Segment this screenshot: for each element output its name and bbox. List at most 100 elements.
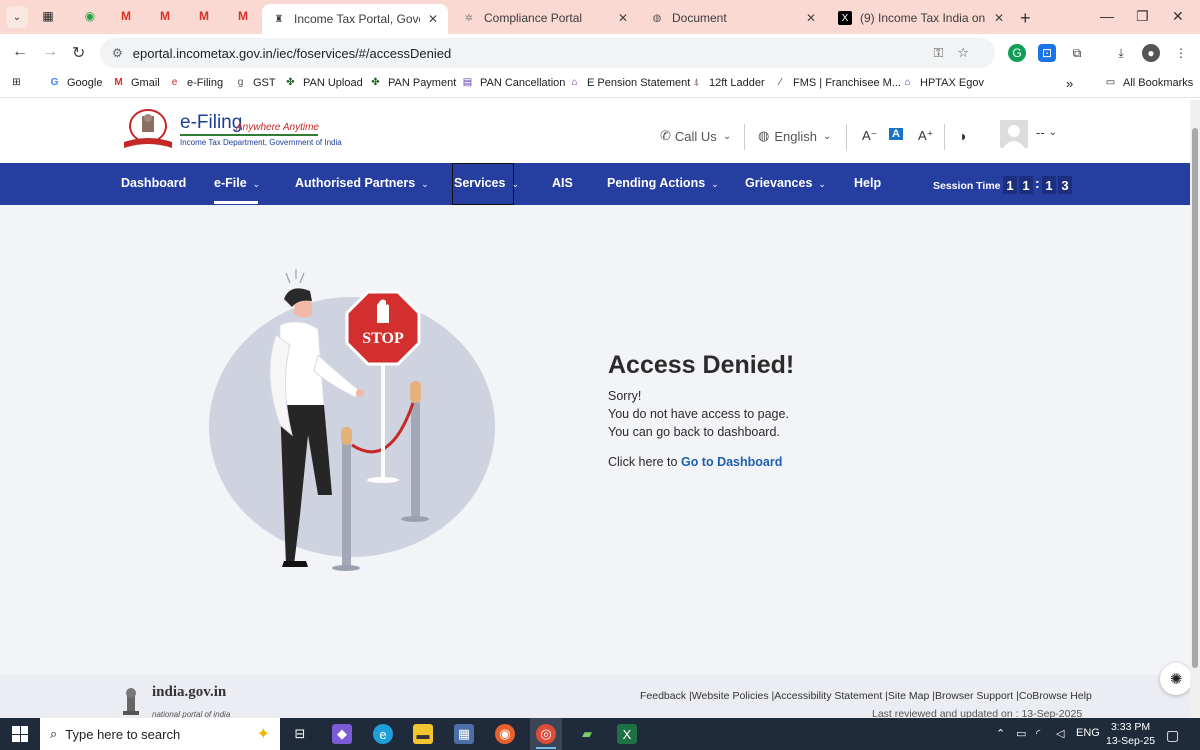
- grammarly-extension-icon[interactable]: G: [1008, 44, 1026, 62]
- footer-link-accessibility[interactable]: Accessibility Statement: [774, 690, 882, 702]
- edge-icon[interactable]: e: [373, 724, 393, 744]
- notification-icon[interactable]: ▢: [1166, 727, 1179, 744]
- file-explorer-icon[interactable]: ▬: [413, 724, 433, 744]
- browser-menu-icon[interactable]: ⋮: [1172, 44, 1190, 62]
- chrome-icon[interactable]: ◎: [536, 724, 556, 744]
- chevron-down-icon: ⌄: [252, 179, 261, 189]
- forward-arrow-icon[interactable]: →: [42, 43, 58, 61]
- bookmark-e-pension-statement[interactable]: ⌂ E Pension Statement: [568, 76, 690, 89]
- nav-pending-actions[interactable]: Pending Actions ⌄: [607, 176, 719, 190]
- back-arrow-icon[interactable]: ←: [12, 43, 28, 61]
- bookmark-hptax-egov[interactable]: ⌂ HPTAX Egov: [901, 76, 984, 89]
- window-close-icon[interactable]: ✕: [1172, 8, 1184, 25]
- pinned-tab-gmail-icon[interactable]: M: [235, 8, 251, 24]
- pinned-tab-gmail-icon[interactable]: M: [118, 8, 134, 24]
- tab-search-chevron-icon[interactable]: ⌄: [6, 6, 28, 28]
- wifi-icon[interactable]: ◜: [1036, 727, 1040, 740]
- tab-income-tax-portal[interactable]: ♜ Income Tax Portal, Government ✕: [262, 4, 448, 34]
- extensions-puzzle-icon[interactable]: ⧉: [1068, 44, 1086, 62]
- session-colon: :: [1035, 175, 1040, 191]
- close-icon[interactable]: ✕: [618, 11, 628, 25]
- windows-start-icon[interactable]: [12, 726, 28, 742]
- close-icon[interactable]: ✕: [994, 11, 1004, 25]
- nav-help[interactable]: Help: [854, 176, 881, 190]
- chatbot-brain-icon[interactable]: ✺: [1160, 663, 1192, 695]
- font-increase-button[interactable]: A⁺: [918, 128, 934, 144]
- apps-grid-icon[interactable]: ⊞: [10, 76, 29, 89]
- nav-services[interactable]: Services ⌄: [454, 176, 519, 190]
- pinned-tab-app-icon[interactable]: ▦: [40, 8, 56, 24]
- tab-x-income-tax-india[interactable]: X (9) Income Tax India on X: "Th ✕: [828, 4, 1014, 32]
- excel-icon[interactable]: X: [617, 724, 637, 744]
- bookmark-pan-payment[interactable]: ✤ PAN Payment: [369, 76, 456, 89]
- pinned-tab-whatsapp-icon[interactable]: ◉: [82, 8, 98, 24]
- clock-date: 13-Sep-25: [1106, 735, 1156, 747]
- bookmark-gst[interactable]: g GST: [234, 76, 276, 89]
- reload-icon[interactable]: ↻: [72, 43, 85, 63]
- footer-link-site-map[interactable]: Site Map: [888, 690, 929, 702]
- font-normal-button[interactable]: A: [889, 128, 903, 140]
- bookmark-pan-upload[interactable]: ✤ PAN Upload: [284, 76, 362, 89]
- money-app-icon[interactable]: ▰: [577, 724, 597, 744]
- scrollbar-thumb[interactable]: [1192, 128, 1198, 668]
- tab-document[interactable]: ◍ Document ✕: [640, 4, 826, 32]
- copilot-icon[interactable]: ◆: [332, 724, 352, 744]
- firefox-icon[interactable]: ◉: [495, 724, 515, 744]
- brand-underline: [180, 134, 318, 136]
- bookmark-12ft-ladder[interactable]: ⍋ 12ft Ladder: [690, 76, 765, 89]
- taskbar-search-box[interactable]: ⌕ Type here to search ✦: [40, 718, 280, 750]
- footer-link-website-policies[interactable]: Website Policies: [692, 690, 769, 702]
- tab-compliance-portal[interactable]: ✲ Compliance Portal ✕: [452, 4, 638, 32]
- footer-link-browser-support[interactable]: Browser Support: [935, 690, 1013, 702]
- extension-icon[interactable]: ⊡: [1038, 44, 1056, 62]
- nav-e-file[interactable]: e-File ⌄: [214, 176, 260, 190]
- site-footer: india.gov.in national portal of india Fe…: [0, 675, 1190, 718]
- tray-overflow-chevron-icon[interactable]: ⌃: [996, 727, 1005, 740]
- bookmark-pan-cancellation[interactable]: ▤ PAN Cancellation: [461, 76, 566, 89]
- all-bookmarks-folder[interactable]: ▭ All Bookmarks: [1104, 76, 1194, 89]
- minimize-icon[interactable]: —: [1100, 8, 1114, 24]
- url-text[interactable]: eportal.incometax.gov.in/iec/foservices/…: [133, 46, 451, 61]
- profile-avatar-icon[interactable]: ●: [1142, 44, 1160, 62]
- tray-network-icon[interactable]: ▭: [1016, 727, 1026, 740]
- password-key-icon[interactable]: ⚿: [933, 45, 957, 60]
- go-to-dashboard-link[interactable]: Go to Dashboard: [681, 455, 782, 469]
- bookmark-label: GST: [253, 76, 276, 89]
- call-us-dropdown[interactable]: ✆ Call Us ⌄: [660, 128, 731, 144]
- taskbar-clock[interactable]: 3:33 PM 13-Sep-25: [1106, 720, 1155, 748]
- font-decrease-button[interactable]: A⁻: [862, 128, 878, 144]
- bookmark-star-icon[interactable]: ☆: [957, 45, 983, 60]
- calculator-icon[interactable]: ▦: [454, 724, 474, 744]
- new-tab-plus-icon[interactable]: +: [1020, 8, 1031, 29]
- india-gov-brand[interactable]: india.gov.in: [152, 684, 226, 701]
- nav-grievances[interactable]: Grievances ⌄: [745, 176, 826, 190]
- footer-link-feedback[interactable]: Feedback: [640, 690, 686, 702]
- bookmark-google[interactable]: G Google: [48, 76, 103, 89]
- pinned-tab-gmail-icon[interactable]: M: [196, 8, 212, 24]
- task-view-icon[interactable]: ⊟: [290, 724, 310, 744]
- bookmarks-overflow-icon[interactable]: »: [1066, 76, 1073, 91]
- site-info-icon[interactable]: ⚙: [112, 46, 123, 60]
- nav-dashboard[interactable]: Dashboard: [121, 176, 186, 190]
- restore-icon[interactable]: ❐: [1136, 8, 1149, 25]
- language-dropdown[interactable]: ◍ English ⌄: [758, 128, 831, 144]
- income-tax-emblem-logo[interactable]: [120, 108, 176, 152]
- address-bar[interactable]: ⚙ eportal.incometax.gov.in/iec/foservice…: [100, 38, 995, 68]
- close-icon[interactable]: ✕: [806, 11, 816, 25]
- footer-link-cobrowse-help[interactable]: CoBrowse Help: [1019, 690, 1092, 702]
- bookmark-gmail[interactable]: M Gmail: [112, 76, 159, 89]
- bookmark-fms-franchisee[interactable]: ⁄ FMS | Franchisee M...: [774, 76, 901, 89]
- user-avatar[interactable]: [1000, 120, 1028, 148]
- pinned-tab-gmail-icon[interactable]: M: [157, 8, 173, 24]
- volume-icon[interactable]: ◁: [1056, 727, 1064, 740]
- download-icon[interactable]: ⤓: [1112, 44, 1130, 62]
- input-language[interactable]: ENG: [1076, 727, 1100, 739]
- user-menu-dropdown[interactable]: -- ⌄: [1036, 125, 1057, 140]
- phone-icon: ✆: [660, 128, 671, 143]
- clover-icon: ✤: [371, 77, 380, 88]
- bookmark-e-filing[interactable]: e e-Filing: [168, 76, 223, 89]
- nav-ais[interactable]: AIS: [552, 176, 573, 190]
- contrast-toggle-icon[interactable]: ◑: [958, 128, 966, 144]
- close-icon[interactable]: ✕: [428, 12, 438, 26]
- nav-authorised-partners[interactable]: Authorised Partners ⌄: [295, 176, 429, 190]
